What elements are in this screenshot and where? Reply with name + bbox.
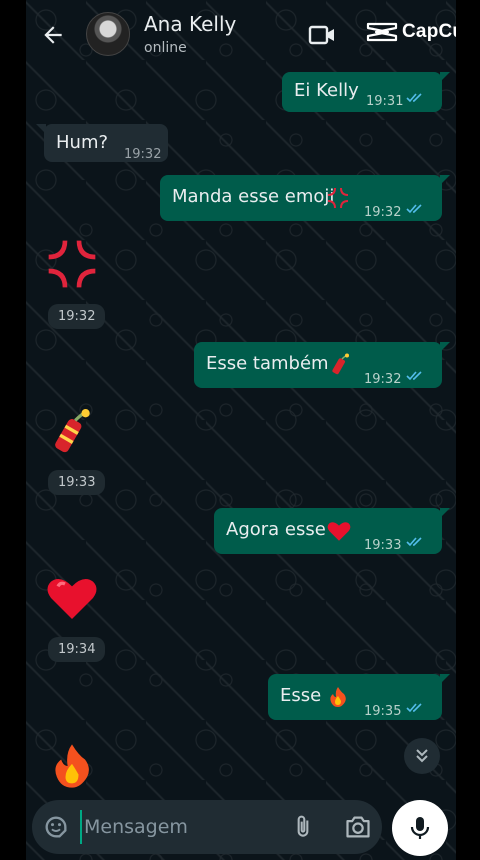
double-check-icon (406, 703, 422, 713)
message-outgoing[interactable]: Manda esse emoji 19:32 (160, 175, 450, 221)
message-time: 19:34 (48, 637, 106, 662)
message-text: Esse também (206, 353, 329, 374)
chat-header: Ana Kelly online CapCut (26, 0, 456, 68)
double-check-icon (406, 93, 422, 103)
double-check-icon (406, 537, 422, 547)
fire-emoji[interactable] (46, 738, 98, 794)
avatar[interactable] (86, 12, 130, 56)
message-text: Hum? (56, 132, 109, 153)
message-input[interactable] (80, 810, 280, 844)
message-time: 19:32 (364, 372, 402, 387)
message-composer (32, 800, 382, 854)
message-outgoing[interactable]: Agora esse 19:33 (214, 508, 450, 554)
message-time: 19:32 (124, 147, 162, 162)
double-chevron-down-icon (416, 749, 428, 763)
double-check-icon (406, 371, 422, 381)
microphone-icon (410, 817, 430, 839)
message-time: 19:35 (364, 704, 402, 719)
anger-symbol-emoji[interactable] (44, 236, 100, 292)
red-heart-emoji[interactable] (42, 570, 102, 626)
capcut-wordmark: CapCut (402, 21, 456, 42)
message-text: Ei Kelly (294, 80, 359, 101)
message-text: Manda esse emoji (172, 186, 335, 207)
firecracker-emoji[interactable] (46, 404, 96, 462)
message-text: Esse (280, 685, 322, 706)
message-time: 19:33 (48, 470, 106, 495)
chat-screen: Ana Kelly online CapCut Ei Kelly 19:31 H… (26, 0, 456, 860)
contact-status: online (144, 40, 187, 56)
message-text: Agora esse (226, 519, 326, 540)
message-time: 19:33 (364, 538, 402, 553)
message-outgoing[interactable]: Ei Kelly 19:31 (282, 72, 450, 112)
contact-name[interactable]: Ana Kelly (144, 12, 236, 36)
paperclip-icon[interactable] (290, 813, 316, 841)
anger-symbol-emoji (328, 188, 348, 208)
double-check-icon (406, 204, 422, 214)
capcut-logo-icon (366, 22, 398, 42)
camera-icon[interactable] (344, 814, 372, 840)
capcut-watermark: CapCut (366, 20, 456, 44)
video-camera-icon[interactable] (308, 24, 336, 46)
message-incoming[interactable]: Hum? 19:32 (36, 124, 168, 162)
message-outgoing[interactable]: Esse 19:35 (268, 674, 450, 720)
red-heart-emoji (327, 522, 351, 541)
record-voice-button[interactable] (392, 800, 448, 856)
message-outgoing[interactable]: Esse também 19:32 (194, 342, 450, 388)
arrow-left-icon[interactable] (40, 22, 66, 48)
message-time: 19:32 (364, 205, 402, 220)
sticker-icon[interactable] (42, 813, 70, 841)
firecracker-emoji (332, 353, 349, 375)
message-time: 19:32 (48, 304, 106, 329)
scroll-to-bottom-button[interactable] (404, 738, 440, 774)
fire-emoji (330, 687, 346, 707)
message-time: 19:31 (366, 94, 404, 109)
